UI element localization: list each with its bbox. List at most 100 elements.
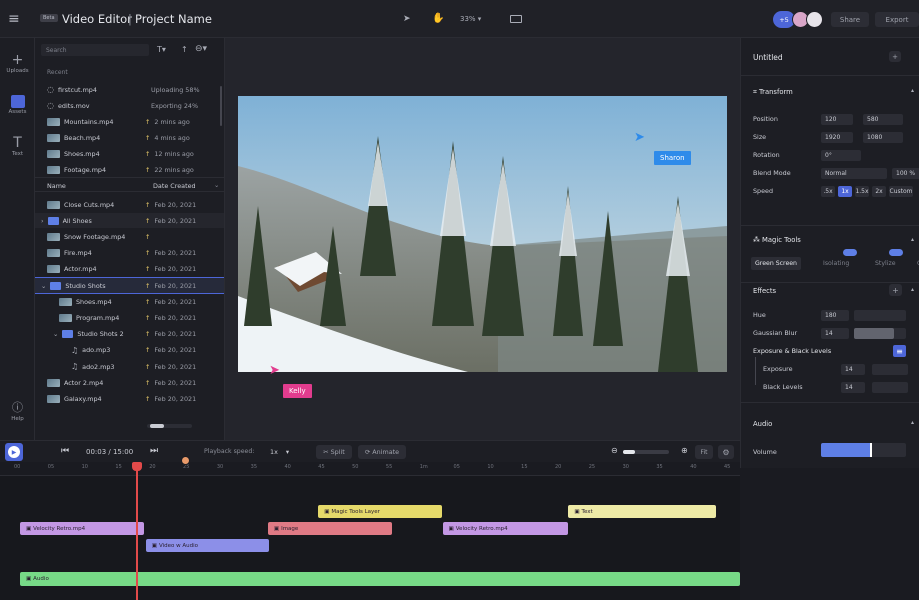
list-item[interactable]: Beach.mp4 ↑ 4 mins ago bbox=[35, 130, 224, 145]
table-row[interactable]: Snow Footage.mp4 ↑ bbox=[35, 229, 224, 244]
black-levels-field[interactable]: 14 bbox=[841, 382, 865, 393]
speed-option[interactable]: 2x bbox=[872, 186, 886, 197]
table-row[interactable]: ⌄ Studio Shots 2 ↑ Feb 20, 2021 bbox=[35, 327, 224, 342]
audio-heading[interactable]: Audio bbox=[753, 420, 772, 428]
timeline-tracks[interactable]: ▣ Magic Tools Layer ▣ Text ▣ Velocity Retr… bbox=[0, 456, 740, 600]
opacity-field[interactable]: 100 % bbox=[892, 168, 919, 179]
rail-item-uploads[interactable]: + Uploads bbox=[0, 52, 35, 74]
blur-field[interactable]: 14 bbox=[821, 328, 849, 339]
project-name[interactable]: Project Name bbox=[135, 12, 212, 26]
table-row[interactable]: ♫ ado2.mp3 ↑ Feb 20, 2021 bbox=[35, 359, 224, 374]
speed-option[interactable]: .5x bbox=[821, 186, 835, 197]
zoom-select[interactable]: 33% ▾ bbox=[460, 15, 481, 23]
hamburger-menu-icon[interactable]: ≡ bbox=[8, 11, 20, 27]
magic-tab[interactable]: Stylize bbox=[871, 257, 900, 270]
chevron-up-icon[interactable]: ▴ bbox=[911, 236, 914, 243]
column-name[interactable]: Name bbox=[47, 182, 66, 190]
table-row[interactable]: Fire.mp4 ↑ Feb 20, 2021 bbox=[35, 246, 224, 261]
rail-item-assets[interactable]: Assets bbox=[0, 93, 35, 115]
list-item[interactable]: ◌ edits.mov Exporting 24% bbox=[35, 98, 224, 113]
play-button[interactable]: ▶ bbox=[5, 443, 23, 461]
timeline-ruler[interactable]: 00 05 10 15 20 25 30 35 40 45 50 55 1m 05 10 15 20 25 30 35… bbox=[0, 462, 740, 476]
chevron-down-icon[interactable]: ⌄ bbox=[214, 181, 219, 189]
table-row[interactable]: ⌄ Studio Shots ↑ Feb 20, 2021 bbox=[35, 277, 224, 294]
scrollbar[interactable] bbox=[147, 424, 192, 428]
add-effect-button[interactable]: + bbox=[889, 284, 902, 296]
table-row[interactable]: Actor.mp4 ↑ Feb 20, 2021 bbox=[35, 262, 224, 277]
hue-field[interactable]: 180 bbox=[821, 310, 849, 321]
table-row[interactable]: Program.mp4 ↑ Feb 20, 2021 bbox=[35, 310, 224, 325]
search-input[interactable]: Search bbox=[41, 44, 149, 56]
animate-button[interactable]: ⟳ Animate bbox=[358, 445, 406, 459]
zoom-slider[interactable] bbox=[623, 450, 669, 454]
settings-icon[interactable]: ⚙ bbox=[718, 445, 734, 459]
split-button[interactable]: ✂ Split bbox=[316, 445, 352, 459]
isolating-toggle[interactable] bbox=[843, 249, 857, 256]
chevron-up-icon[interactable]: ▴ bbox=[911, 419, 914, 426]
timeline-clip[interactable]: ▣ Video w Audio bbox=[145, 539, 270, 552]
magic-tab[interactable]: C bbox=[913, 257, 919, 270]
timeline-clip[interactable]: ▣ Magic Tools Layer bbox=[318, 505, 442, 518]
upload-icon[interactable]: ↑ bbox=[181, 45, 188, 54]
effects-heading[interactable]: Effects bbox=[753, 287, 776, 295]
chevron-right-icon[interactable]: ⌄ bbox=[41, 282, 46, 290]
position-y-field[interactable]: 580 bbox=[863, 114, 903, 125]
speed-option[interactable]: Custom bbox=[889, 186, 913, 197]
transform-heading[interactable]: ⌗ Transform bbox=[753, 88, 793, 97]
chevron-right-icon[interactable]: ⌄ bbox=[53, 330, 58, 338]
table-row[interactable]: › All Shoes ↑ Feb 20, 2021 bbox=[35, 213, 224, 229]
table-row[interactable]: Actor 2.mp4 ↑ Feb 20, 2021 bbox=[35, 375, 224, 390]
table-row[interactable]: ♫ ado.mp3 ↑ Feb 20, 2021 bbox=[35, 343, 224, 358]
volume-knob[interactable] bbox=[870, 443, 872, 457]
exposure-menu-icon[interactable]: ≡ bbox=[893, 345, 906, 357]
size-w-field[interactable]: 1920 bbox=[821, 132, 853, 143]
playhead-handle[interactable] bbox=[132, 462, 143, 471]
timeline-clip[interactable]: ▣ Text bbox=[568, 505, 717, 518]
pointer-tool-icon[interactable]: ➤ bbox=[403, 14, 411, 24]
playback-speed-select[interactable]: 1x ▾ bbox=[270, 448, 289, 456]
export-button[interactable]: Export bbox=[875, 12, 919, 27]
chevron-up-icon[interactable]: ▴ bbox=[911, 286, 914, 293]
position-x-field[interactable]: 120 bbox=[821, 114, 853, 125]
scrollbar[interactable] bbox=[220, 86, 222, 126]
hand-tool-icon[interactable]: ✋ bbox=[432, 13, 444, 24]
list-item[interactable]: ◌ firstcut.mp4 Uploading 58% bbox=[35, 82, 224, 97]
list-item[interactable]: Mountains.mp4 ↑ 2 mins ago bbox=[35, 114, 224, 129]
list-item[interactable]: Shoes.mp4 ↑ 12 mins ago bbox=[35, 146, 224, 161]
timeline-clip[interactable]: ▣ Audio bbox=[19, 572, 740, 586]
playhead[interactable] bbox=[132, 462, 143, 600]
stylize-toggle[interactable] bbox=[889, 249, 903, 256]
zoom-out-icon[interactable]: ⊖ bbox=[611, 446, 618, 455]
exposure-heading[interactable]: Exposure & Black Levels bbox=[753, 347, 831, 355]
skip-back-icon[interactable]: ⏮ bbox=[61, 446, 69, 456]
blend-mode-select[interactable]: Normal bbox=[821, 168, 887, 179]
fit-button[interactable]: Fit bbox=[695, 445, 713, 459]
table-row[interactable]: Close Cuts.mp4 ↑ Feb 20, 2021 bbox=[35, 197, 224, 212]
skip-forward-icon[interactable]: ⏭ bbox=[150, 446, 158, 456]
timeline-clip[interactable]: ▣ Velocity Retro.mp4 bbox=[442, 522, 568, 535]
filter-icon[interactable]: T▾ bbox=[157, 45, 166, 54]
exposure-field[interactable]: 14 bbox=[841, 364, 865, 375]
preview-screen-icon[interactable] bbox=[510, 15, 522, 23]
size-h-field[interactable]: 1080 bbox=[863, 132, 903, 143]
inspector-title[interactable]: Untitled bbox=[753, 53, 783, 62]
magic-tools-heading[interactable]: ⁂ Magic Tools bbox=[753, 236, 801, 244]
volume-slider[interactable] bbox=[821, 443, 906, 457]
speed-option[interactable]: 1.5x bbox=[855, 186, 869, 197]
list-item[interactable]: Footage.mp4 ↑ 22 mins ago bbox=[35, 162, 224, 177]
zoom-in-icon[interactable]: ⊕ bbox=[681, 446, 688, 455]
chevron-right-icon[interactable]: › bbox=[41, 217, 44, 225]
timeline-clip[interactable]: ▣ Velocity Retro.mp4 bbox=[19, 522, 145, 535]
black-levels-slider[interactable] bbox=[872, 382, 908, 393]
exposure-slider[interactable] bbox=[872, 364, 908, 375]
blur-slider[interactable] bbox=[854, 328, 906, 339]
video-preview[interactable] bbox=[238, 96, 727, 372]
add-button[interactable]: + bbox=[889, 51, 901, 62]
settings-icon[interactable]: ⊖▾ bbox=[195, 44, 207, 54]
avatar[interactable] bbox=[806, 11, 823, 28]
rail-item-text[interactable]: T Text bbox=[0, 135, 35, 157]
magic-tab[interactable]: Green Screen bbox=[751, 257, 801, 270]
share-button[interactable]: Share bbox=[831, 12, 869, 27]
magic-tab[interactable]: Isolating bbox=[819, 257, 853, 270]
rotation-field[interactable]: 0° bbox=[821, 150, 861, 161]
